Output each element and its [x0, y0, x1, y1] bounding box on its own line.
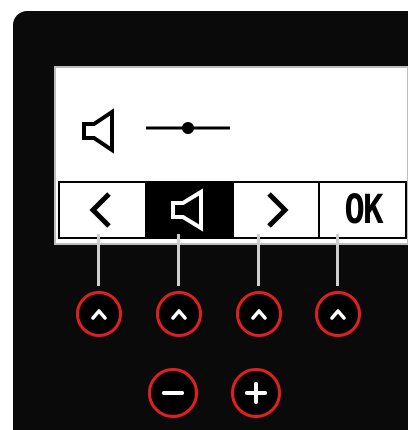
chevron-up-icon	[91, 309, 107, 320]
chevron-right-icon	[267, 192, 289, 228]
chevron-up-icon	[171, 309, 187, 320]
lcd-screen: OK	[54, 66, 408, 245]
plus-icon	[245, 382, 267, 404]
connector-line	[97, 234, 100, 286]
speaker-icon	[171, 188, 204, 232]
connector-line	[177, 234, 180, 286]
softkey-button-3[interactable]	[236, 291, 282, 337]
connector-line	[257, 234, 260, 286]
minus-button[interactable]	[148, 368, 198, 418]
softkey-button-4[interactable]	[315, 291, 361, 337]
connector-line	[336, 234, 339, 286]
chevron-up-icon	[330, 309, 346, 320]
plus-button[interactable]	[231, 368, 281, 418]
screen-content	[56, 68, 407, 180]
chevron-left-icon	[89, 192, 112, 228]
speaker-icon	[82, 108, 114, 154]
softkey-next[interactable]	[233, 183, 321, 237]
slider-icon	[146, 122, 230, 134]
softkey-previous[interactable]	[60, 183, 147, 237]
device-panel: OK	[13, 11, 408, 430]
minus-icon	[162, 391, 184, 395]
softkey-row: OK	[58, 181, 407, 239]
softkey-button-2[interactable]	[156, 291, 202, 337]
softkey-ok[interactable]: OK	[320, 183, 405, 237]
chevron-up-icon	[251, 309, 267, 320]
softkey-ok-label: OK	[343, 187, 383, 233]
softkey-volume[interactable]	[146, 183, 234, 237]
softkey-button-1[interactable]	[76, 291, 122, 337]
